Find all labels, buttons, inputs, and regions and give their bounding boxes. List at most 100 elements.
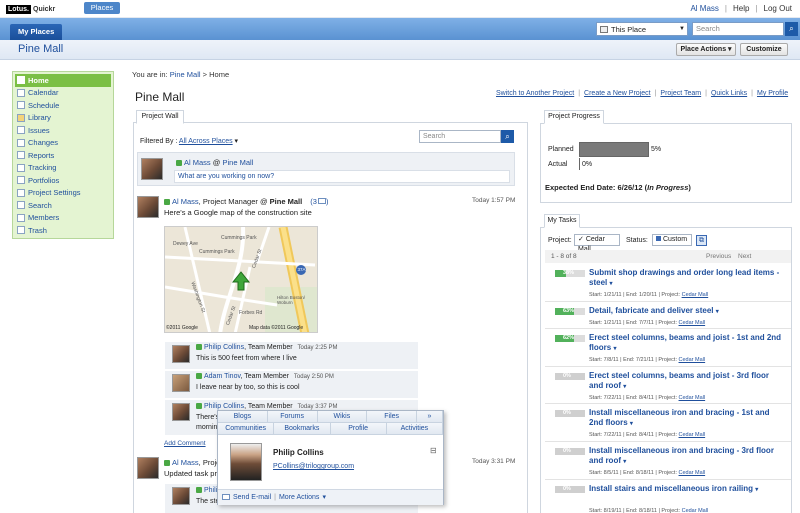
pager-previous[interactable]: Previous [706, 253, 731, 260]
author-link[interactable]: Adam Tinov [204, 373, 240, 380]
search-icon[interactable]: ⌕ [785, 22, 798, 36]
more-services-icon[interactable]: » [417, 411, 443, 422]
quick-links-link[interactable]: Quick Links [711, 90, 747, 97]
pager-next[interactable]: Next [738, 253, 751, 260]
author-link[interactable]: Al Mass [172, 197, 199, 206]
chevron-down-icon[interactable]: ▾ [755, 487, 758, 493]
author-link[interactable]: Al Mass [184, 158, 211, 167]
tab-my-tasks[interactable]: My Tasks [544, 214, 580, 228]
planned-label: Planned [548, 146, 574, 153]
blogs-link[interactable]: Blogs [218, 411, 268, 422]
place-link[interactable]: Pine Mall [222, 158, 253, 167]
task-title-link[interactable]: Install miscellaneous iron and bracing -… [589, 446, 785, 467]
chevron-down-icon[interactable]: ▾ [716, 309, 719, 315]
files-link[interactable]: Files [367, 411, 417, 422]
sidebar-item-calendar[interactable]: Calendar [15, 87, 111, 100]
actual-progress-bar [579, 158, 580, 170]
avatar [172, 487, 190, 505]
google-map[interactable]: Dewey Ave Cummings Park Cummings Park Wa… [164, 226, 318, 333]
chevron-down-icon[interactable]: ▾ [613, 346, 616, 352]
task-project-link[interactable]: Cedar Mall [682, 292, 709, 298]
task-title-link[interactable]: Erect steel columns, beams and joist - 3… [589, 371, 785, 392]
sidebar-item-changes[interactable]: Changes [15, 137, 111, 150]
online-status-icon [176, 160, 182, 167]
activities-link[interactable]: Activities [387, 423, 443, 434]
sidebar-item-trash[interactable]: Trash [15, 224, 111, 237]
wall-search-input[interactable]: Search [419, 130, 501, 143]
search-scope-select[interactable]: This Place ▼ [596, 22, 688, 36]
sidebar-item-library[interactable]: Library [15, 112, 111, 125]
task-title-link[interactable]: Install miscellaneous iron and bracing -… [589, 408, 785, 429]
task-project-link[interactable]: Cedar Mall [679, 470, 706, 476]
global-search-input[interactable]: Search [692, 22, 784, 36]
places-tab[interactable]: Places [84, 2, 120, 14]
collapse-icon[interactable]: ⊟ [430, 446, 437, 455]
task-start: Start: 7/8/11 [589, 357, 619, 363]
task-project-link[interactable]: Cedar Mall [679, 395, 706, 401]
tab-project-wall[interactable]: Project Wall [136, 110, 184, 124]
chevron-down-icon[interactable]: ▾ [623, 384, 626, 390]
my-places-tab[interactable]: My Places [10, 24, 63, 40]
tab-project-progress[interactable]: Project Progress [544, 110, 604, 124]
task-project-link[interactable]: Cedar Mall [679, 357, 706, 363]
profile-link[interactable]: Profile [331, 423, 387, 434]
status-input[interactable]: What are you working on now? [174, 170, 510, 183]
author-link[interactable]: Philip Collins [204, 344, 244, 351]
search-icon[interactable]: ⌕ [501, 130, 514, 143]
avatar [172, 374, 190, 392]
chevron-down-icon: ▾ [232, 138, 239, 145]
create-project-link[interactable]: Create a New Project [584, 90, 651, 97]
place-actions-button[interactable]: Place Actions ▾ [676, 43, 736, 56]
task-project-link[interactable]: Cedar Mall [679, 432, 706, 438]
sidebar-item-schedule[interactable]: Schedule [15, 99, 111, 112]
user-name-link[interactable]: Al Mass [690, 4, 718, 13]
wikis-link[interactable]: Wikis [318, 411, 368, 422]
project-filter-select[interactable]: ✓ Cedar Mall [574, 234, 620, 253]
task-title-link[interactable]: Detail, fabricate and deliver steel ▾ [589, 306, 785, 317]
filter-select[interactable]: All Across Places [179, 138, 233, 145]
chevron-down-icon[interactable]: ▾ [609, 281, 612, 287]
task-meta: Start: 7/8/11 | End: 7/21/11 | Project: … [589, 357, 706, 363]
task-title-link[interactable]: Submit shop drawings and order long lead… [589, 268, 785, 289]
task-project-link[interactable]: Cedar Mall [679, 320, 706, 326]
planned-percent: 5% [651, 146, 662, 153]
task-divider [545, 441, 791, 442]
task-divider [545, 403, 791, 404]
sidebar-item-search[interactable]: Search [15, 199, 111, 212]
sidebar-item-tracking[interactable]: Tracking [15, 162, 111, 175]
chevron-down-icon[interactable]: ▾ [630, 421, 633, 427]
sidebar-item-portfolios[interactable]: Portfolios [15, 174, 111, 187]
chevron-down-icon: ▼ [679, 26, 685, 32]
sidebar-item-issues[interactable]: Issues [15, 124, 111, 137]
status-filter-select[interactable]: Custom [652, 234, 692, 246]
my-profile-link[interactable]: My Profile [757, 90, 788, 97]
customize-button[interactable]: Customize [740, 43, 788, 56]
author-link[interactable]: Philip Collins [204, 403, 244, 410]
help-link[interactable]: Help [733, 4, 749, 13]
project-team-link[interactable]: Project Team [660, 90, 701, 97]
task-title-link[interactable]: Erect steel columns, beams and joist - 1… [589, 333, 785, 354]
task-project-link[interactable]: Cedar Mall [682, 508, 709, 513]
task-title-link[interactable]: Install stairs and miscellaneous iron ra… [589, 484, 785, 495]
bookmarks-link[interactable]: Bookmarks [274, 423, 331, 434]
task-divider [545, 479, 791, 480]
add-comment-link[interactable]: Add Comment [164, 440, 206, 447]
switch-project-link[interactable]: Switch to Another Project [496, 90, 574, 97]
task-percent: 38% [563, 270, 575, 276]
task-divider [545, 366, 791, 367]
sidebar-item-project-settings[interactable]: Project Settings [15, 187, 111, 200]
forums-link[interactable]: Forums [268, 411, 318, 422]
filter-settings-icon[interactable]: ⧉ [696, 235, 707, 246]
card-email-link[interactable]: PCollins@triloggroup.com [273, 463, 354, 470]
more-actions-link[interactable]: More Actions [279, 494, 319, 501]
sidebar-item-home[interactable]: Home [15, 74, 111, 87]
author-link[interactable]: Al Mass [172, 458, 199, 467]
breadcrumb-place-link[interactable]: Pine Mall [170, 70, 201, 79]
chevron-down-icon[interactable]: ▾ [623, 459, 626, 465]
logout-link[interactable]: Log Out [764, 4, 792, 13]
send-email-link[interactable]: Send E-mail [233, 494, 271, 501]
sidebar-item-members[interactable]: Members [15, 212, 111, 225]
sidebar-item-reports[interactable]: Reports [15, 149, 111, 162]
comment-count[interactable]: (3 [310, 197, 317, 206]
communities-link[interactable]: Communities [218, 423, 275, 434]
